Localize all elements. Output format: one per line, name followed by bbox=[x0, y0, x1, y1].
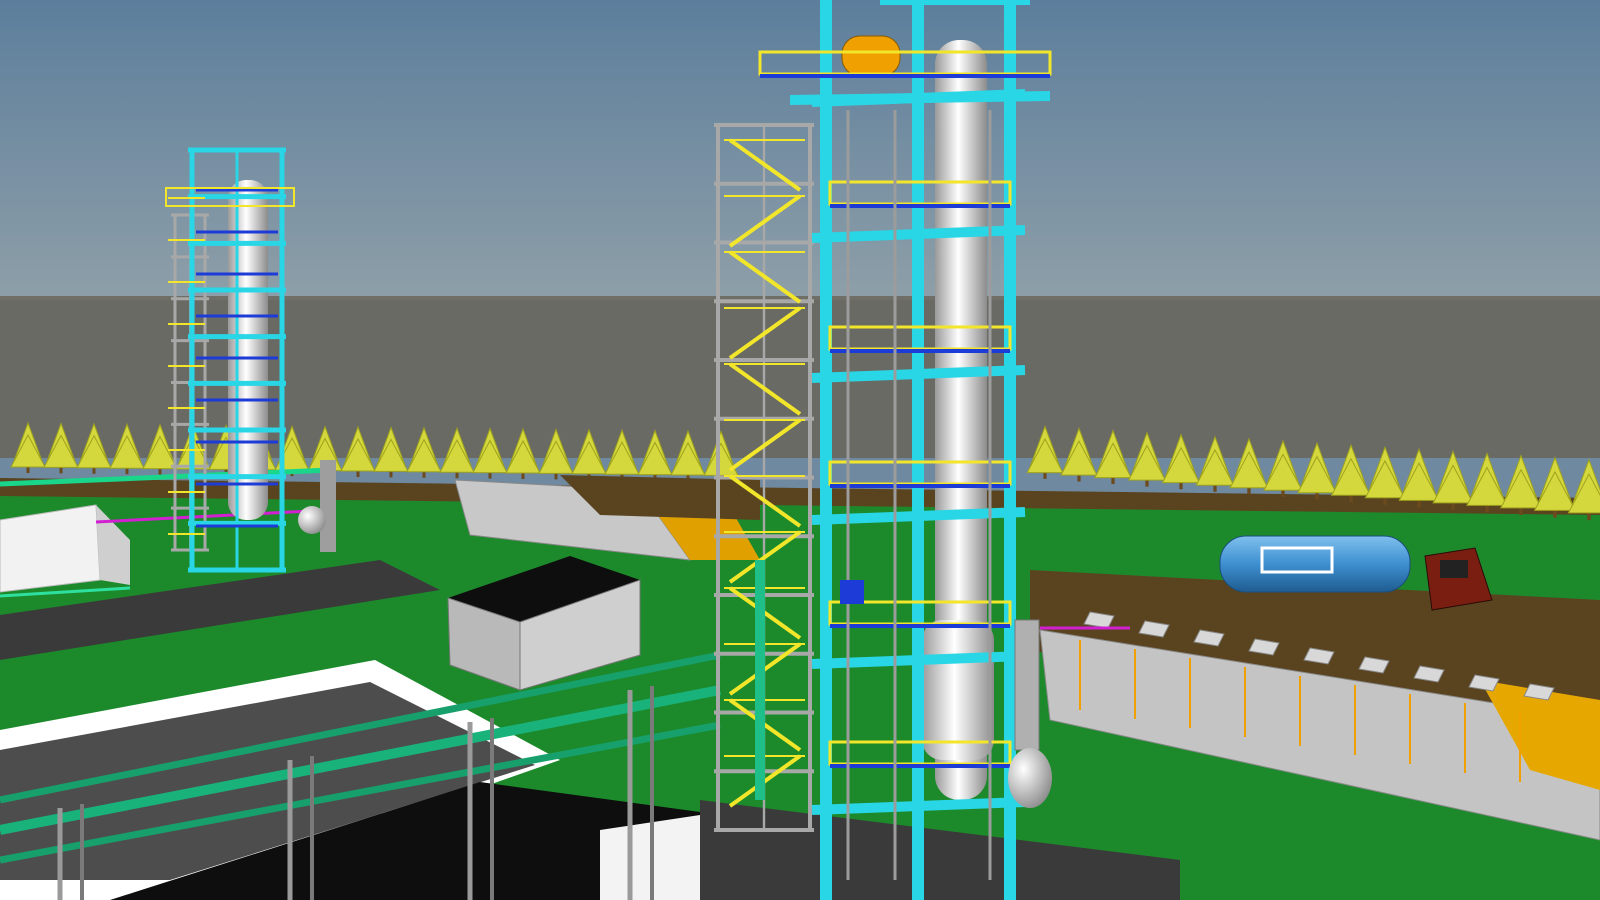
storage-tank bbox=[1219, 535, 1411, 593]
sphere-vessel-left bbox=[298, 506, 326, 534]
tree bbox=[1466, 451, 1508, 513]
tree bbox=[1499, 454, 1543, 516]
tree bbox=[1533, 456, 1577, 518]
tree bbox=[1567, 458, 1600, 521]
tree bbox=[1432, 449, 1474, 510]
sphere-vessel-right bbox=[1008, 748, 1052, 808]
plant-3d-scene bbox=[0, 0, 1600, 900]
